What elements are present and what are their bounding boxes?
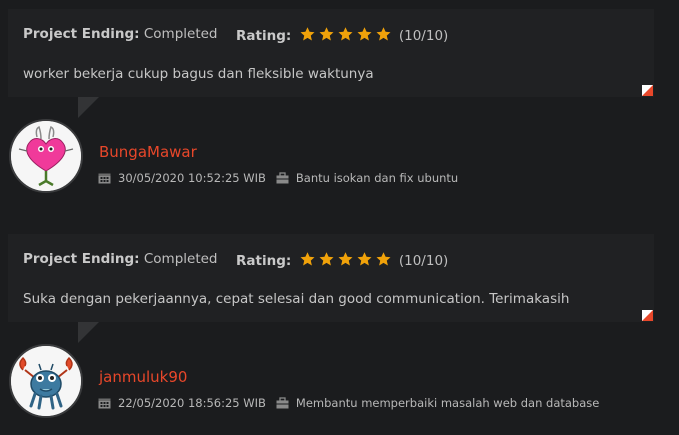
rating-stars xyxy=(299,251,392,267)
star-icon xyxy=(337,251,354,267)
rating-label: Rating: xyxy=(236,253,292,269)
review-details: 30/05/2020 10:52:25 WIB Bantu isokan dan… xyxy=(98,171,458,185)
rating: Rating: (10/10) xyxy=(236,26,448,44)
star-icon xyxy=(356,26,373,42)
review-date: 22/05/2020 18:56:25 WIB xyxy=(118,396,266,410)
review-details: 22/05/2020 18:56:25 WIB Membantu memperb… xyxy=(98,396,599,410)
star-icon xyxy=(356,251,373,267)
rating-label: Rating: xyxy=(236,28,292,44)
user-avatar[interactable] xyxy=(9,119,83,193)
review-comment: worker bekerja cukup bagus dan fleksible… xyxy=(23,66,374,82)
review-meta: Project Ending: Completed Rating: (10/10… xyxy=(23,26,448,44)
project-ending-label: Project Ending: xyxy=(23,251,140,267)
star-icon xyxy=(299,26,316,42)
username-link[interactable]: BungaMawar xyxy=(99,143,197,161)
star-icon xyxy=(318,26,335,42)
review-card: Project Ending: Completed Rating: (10/10… xyxy=(8,234,654,322)
briefcase-icon xyxy=(276,172,289,184)
project-ending-value: Completed xyxy=(143,251,218,267)
review-card: Project Ending: Completed Rating: (10/10… xyxy=(8,9,654,97)
report-flag-icon[interactable] xyxy=(642,310,653,321)
user-avatar[interactable] xyxy=(9,344,83,418)
comment-pointer xyxy=(78,97,99,118)
briefcase-icon xyxy=(276,397,289,409)
star-icon xyxy=(337,26,354,42)
calendar-icon xyxy=(98,397,111,409)
project-title[interactable]: Membantu memperbaiki masalah web dan dat… xyxy=(296,396,599,410)
project-info: Bantu isokan dan fix ubuntu xyxy=(276,171,458,185)
star-icon xyxy=(318,251,335,267)
review-meta: Project Ending: Completed Rating: (10/10… xyxy=(23,251,448,269)
username-link[interactable]: janmuluk90 xyxy=(99,368,187,386)
review-date: 30/05/2020 10:52:25 WIB xyxy=(118,171,266,185)
project-ending-value: Completed xyxy=(143,26,218,42)
rating-score: (10/10) xyxy=(398,253,449,269)
review-comment: Suka dengan pekerjaannya, cepat selesai … xyxy=(23,291,570,307)
project-ending: Project Ending: Completed xyxy=(23,251,218,267)
project-info: Membantu memperbaiki masalah web dan dat… xyxy=(276,396,599,410)
star-icon xyxy=(299,251,316,267)
project-ending: Project Ending: Completed xyxy=(23,26,218,42)
rating-stars xyxy=(299,26,392,42)
calendar-icon xyxy=(98,172,111,184)
report-flag-icon[interactable] xyxy=(642,85,653,96)
rating: Rating: (10/10) xyxy=(236,251,448,269)
star-icon xyxy=(375,251,392,267)
comment-pointer xyxy=(78,322,99,343)
rating-score: (10/10) xyxy=(398,28,449,44)
star-icon xyxy=(375,26,392,42)
project-title[interactable]: Bantu isokan dan fix ubuntu xyxy=(296,171,458,185)
project-ending-label: Project Ending: xyxy=(23,26,140,42)
